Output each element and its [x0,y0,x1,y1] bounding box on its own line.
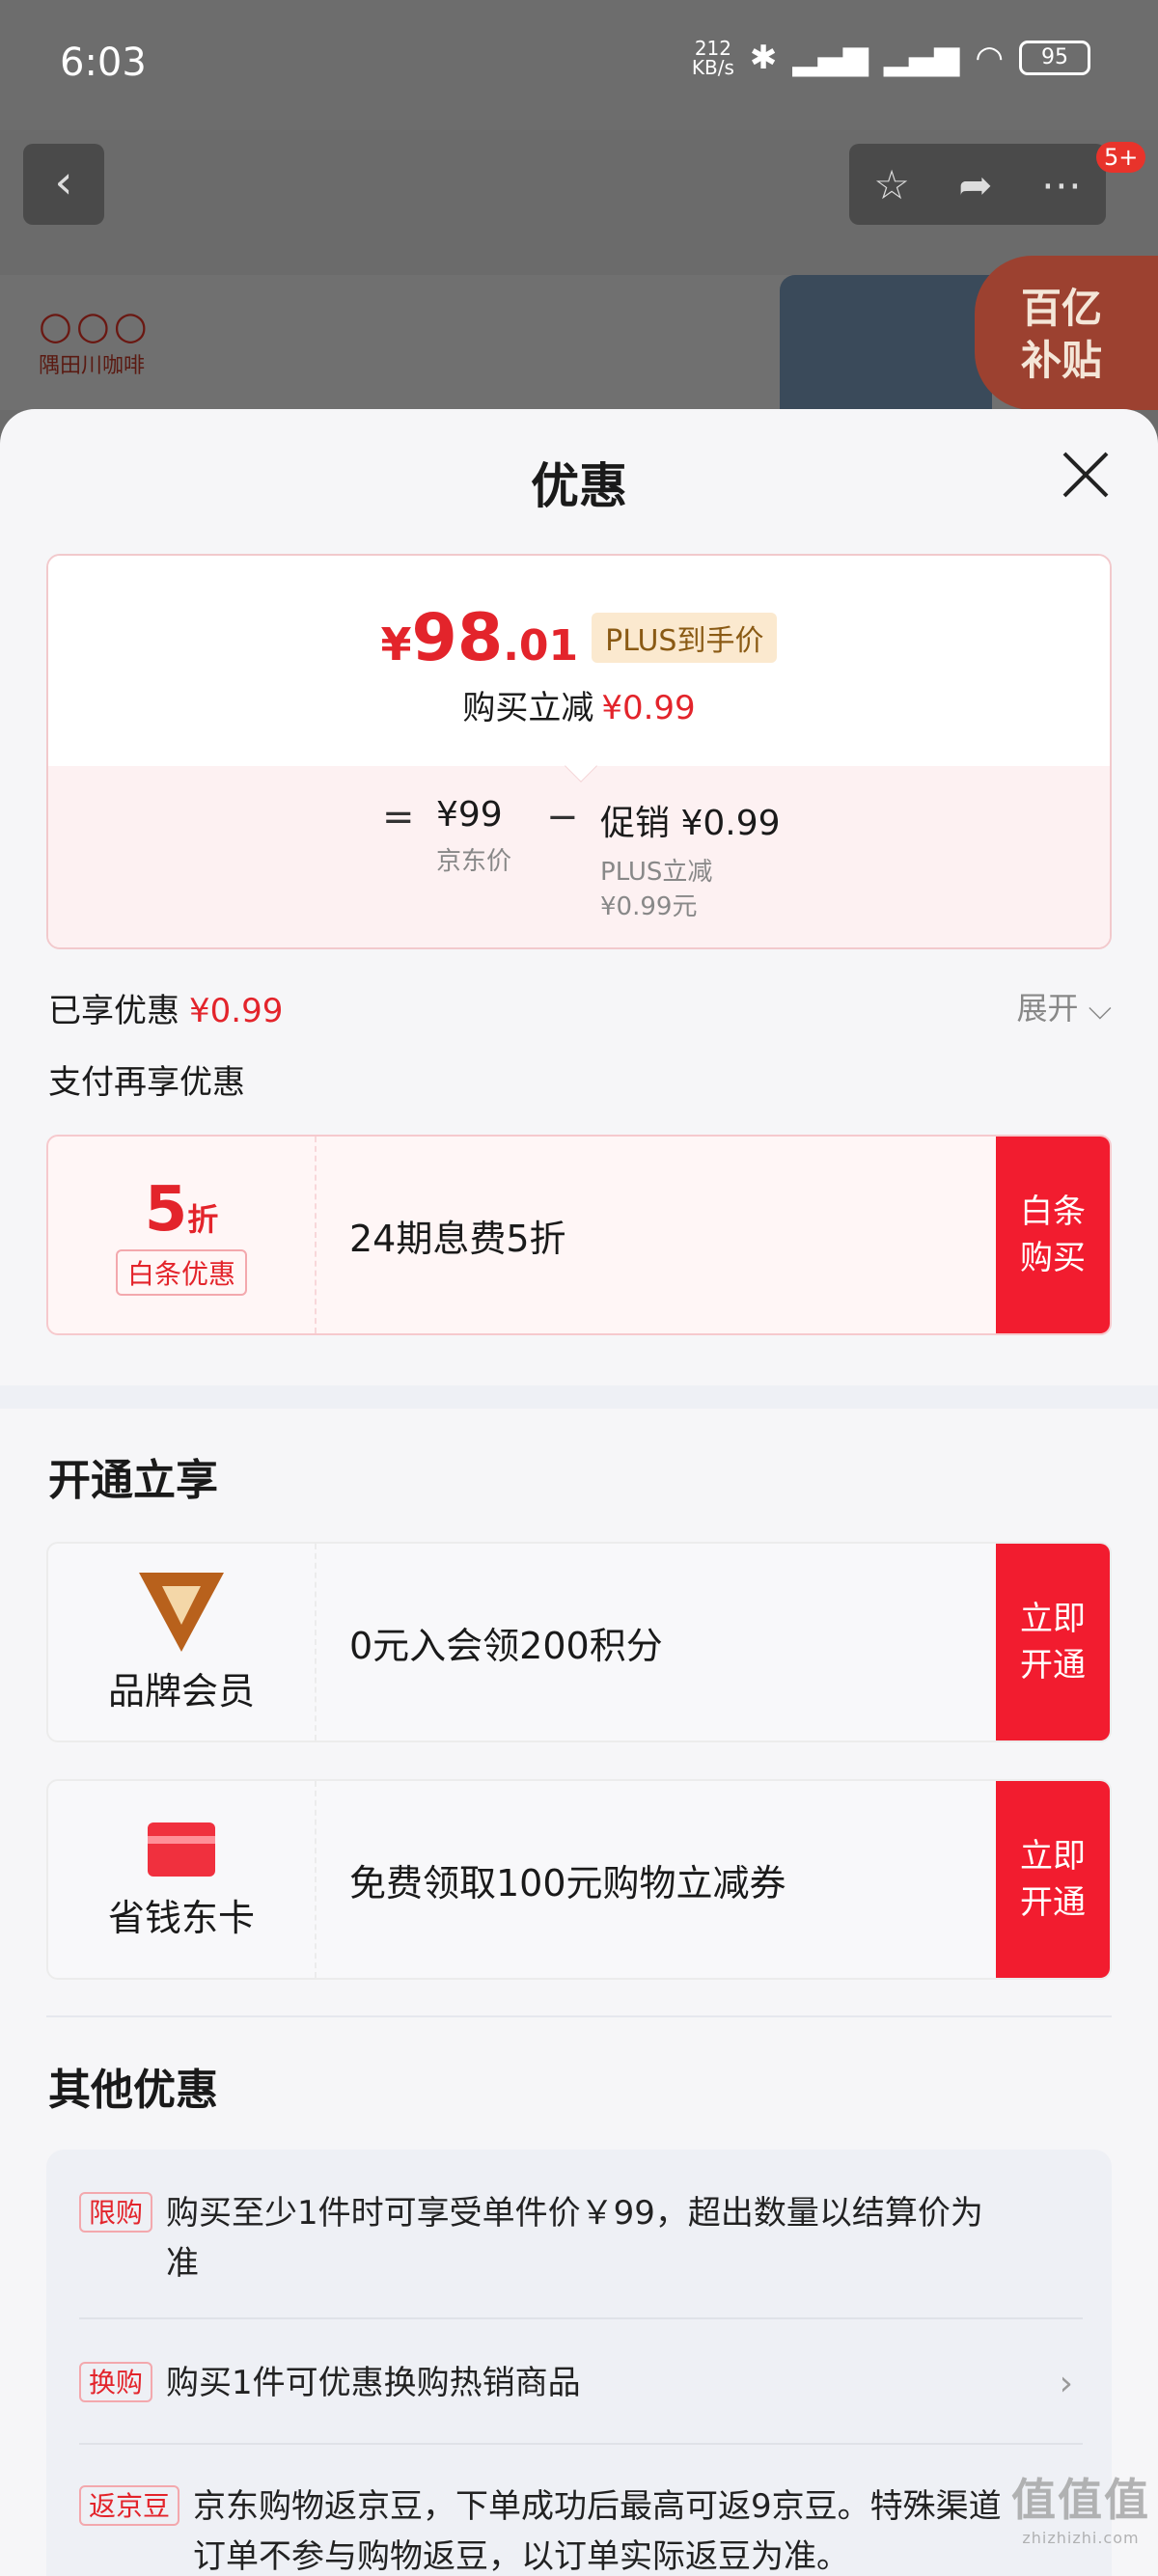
baitiao-tag: 白条优惠 [115,1249,247,1296]
share-icon[interactable]: ➦ [958,161,992,208]
product-nav-bar: ‹ ☆ ➦ ⋯ 5+ [0,130,1158,275]
back-button[interactable]: ‹ [23,144,104,225]
other-offer-jd-beans: 返京豆 京东购物返京豆，下单成功后最高可返9京豆。特殊渠道订单不参与购物返豆，以… [79,2481,1083,2576]
brand-member-text: 0元入会领200积分 [349,1624,663,1667]
instant-discount: 购买立减 ¥0.99 [462,689,696,727]
bluetooth-icon: ✱ [749,39,778,77]
site-watermark: 值值值 zhizhizhi.com [1011,2474,1150,2547]
saving-card-open-button[interactable]: 立即 开通 [996,1781,1110,1978]
other-section-title: 其他优惠 [48,2066,218,2115]
signal-icon: ▂▄▆ [792,39,868,77]
brand-member-open-button[interactable]: 立即 开通 [996,1544,1110,1740]
section-divider [0,1385,1158,1409]
chevron-down-icon: ⌵ [1088,990,1112,1027]
star-icon[interactable]: ☆ [873,161,910,208]
saving-card-offer[interactable]: 省钱东卡 免费领取100元购物立减券 立即 开通 [46,1779,1112,1980]
close-icon[interactable] [1057,446,1115,504]
chevron-right-icon[interactable]: › [1060,2364,1073,2403]
chevron-left-icon: ‹ [54,155,73,209]
status-time: 6:03 [60,41,147,85]
other-offers-box: 限购 购买至少1件时可享受单件价￥99，超出数量以结算价为准 换购 购买1件可优… [46,2150,1112,2576]
baitiao-offer-text: 24期息费5折 [349,1217,566,1260]
sheet-title: 优惠 [531,458,627,514]
signal-icon-2: ▂▄▆ [883,39,960,77]
other-offer-trade-in[interactable]: 换购 购买1件可优惠换购热销商品 [79,2358,1083,2408]
brand-logo: ○○○ 隅田川咖啡 [39,304,152,378]
brand-member-icon [139,1572,224,1652]
message-badge: 5+ [1096,142,1146,173]
battery-icon: 95 [1019,41,1090,75]
price-breakdown-card: ¥ 98 .01 PLUS到手价 购买立减 ¥0.99 = ¥99 京东价 − 促… [46,554,1112,949]
wifi-icon: ◠ [975,39,1004,77]
product-banner: ○○○ 隅田川咖啡 百亿 补贴 [0,256,1158,410]
baitiao-offer-card[interactable]: 5折 白条优惠 24期息费5折 白条 购买 [46,1135,1112,1335]
more-icon[interactable]: ⋯ [1041,161,1082,208]
brand-member-card[interactable]: 品牌会员 0元入会领200积分 立即 开通 [46,1542,1112,1742]
status-icons: 212 KB/s ✱ ▂▄▆ ▂▄▆ ◠ 95 [692,39,1090,77]
promo-discount: 促销 ¥0.99 PLUS立减 ¥0.99元 [600,804,781,921]
open-section-title: 开通立享 [48,1456,218,1505]
price-formula: = ¥99 京东价 − 促销 ¥0.99 PLUS立减 ¥0.99元 [48,766,1110,947]
nav-actions: ☆ ➦ ⋯ [849,144,1106,225]
card-icon [148,1822,215,1877]
jd-price: ¥99 京东价 [436,795,512,876]
discount-sheet: 优惠 ¥ 98 .01 PLUS到手价 购买立减¥0.99 = ¥99 京东价 [0,409,1158,2576]
status-bar: 6:03 212 KB/s ✱ ▂▄▆ ▂▄▆ ◠ 95 [0,0,1158,130]
plus-price-tag: PLUS到手价 [592,613,778,663]
net-speed: 212 KB/s [691,37,734,79]
enjoyed-discount: 已享优惠 ¥0.99 [48,992,284,1030]
discount-value: 5折 [144,1174,219,1246]
saving-card-text: 免费领取100元购物立减券 [349,1861,786,1905]
baitiao-buy-button[interactable]: 白条 购买 [996,1137,1110,1333]
other-offer-purchase-limit: 限购 购买至少1件时可享受单件价￥99，超出数量以结算价为准 [79,2188,1083,2288]
product-image [780,275,992,410]
subsidy-badge: 百亿 补贴 [975,256,1158,410]
expand-button[interactable]: 展开 ⌵ [1017,984,1112,1028]
final-price: ¥ 98 .01 PLUS到手价 [48,600,1110,676]
pay-more-title: 支付再享优惠 [48,1063,245,1102]
